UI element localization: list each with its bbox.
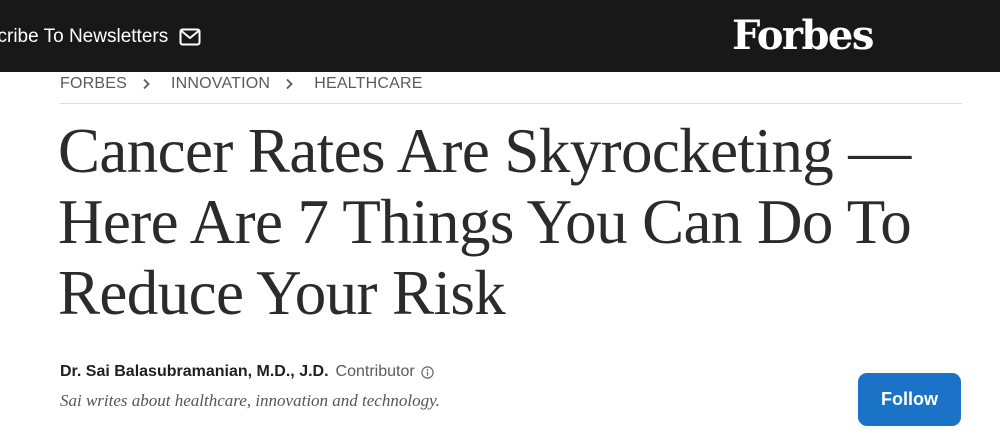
follow-button[interactable]: Follow [858,373,961,426]
author-bio: Sai writes about healthcare, innovation … [60,391,440,410]
article-headline: Cancer Rates Are Skyrocketing — Here Are… [58,116,912,328]
author-role: Contributor [335,363,415,380]
forbes-logo[interactable]: Forbes [732,12,874,60]
mail-icon [179,28,201,46]
breadcrumb-item-healthcare[interactable]: HEALTHCARE [314,75,422,93]
breadcrumb: FORBES INNOVATION HEALTHCARE [60,73,423,95]
breadcrumb-item-forbes[interactable]: FORBES [60,75,127,93]
author-byline: Dr. Sai Balasubramanian, M.D., J.D. Cont… [60,361,434,383]
author-name-link[interactable]: Dr. Sai Balasubramanian, M.D., J.D. [60,363,329,381]
top-navigation-bar: scribe To Newsletters Forbes [0,0,1000,72]
chevron-right-icon [140,78,152,90]
subscribe-label: scribe To Newsletters [0,26,169,47]
breadcrumb-item-innovation[interactable]: INNOVATION [171,75,270,93]
chevron-right-icon [283,78,295,90]
info-icon[interactable] [420,365,434,379]
breadcrumb-divider [60,103,962,104]
subscribe-to-newsletters-link[interactable]: scribe To Newsletters [0,24,201,50]
